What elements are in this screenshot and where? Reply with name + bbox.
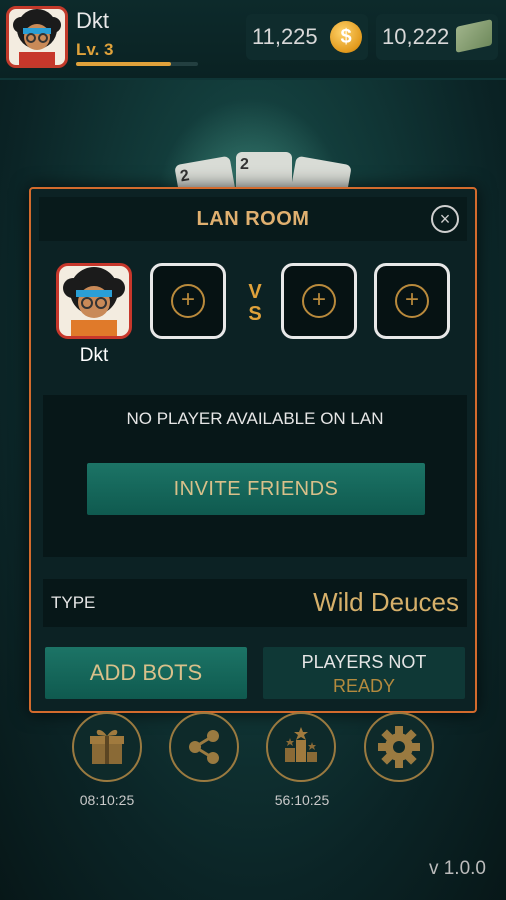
gift-timer: 08:10:25 xyxy=(79,792,135,808)
empty-slot-teammate[interactable]: + xyxy=(150,263,226,339)
vs-letter-s: S xyxy=(248,303,262,325)
version-label: v 1.0.0 xyxy=(428,858,486,879)
type-value: Wild Deuces xyxy=(313,587,459,617)
avatar-face-icon xyxy=(13,9,61,65)
gear-icon[interactable] xyxy=(364,712,434,782)
leaderboard-timer: 56:10:25 xyxy=(274,792,330,808)
empty-slot-opponent-2[interactable]: + xyxy=(374,263,450,339)
dialog-title: LAN ROOM xyxy=(196,208,310,230)
add-bots-button[interactable]: ADD BOTS xyxy=(45,647,247,699)
share-icon-graphic xyxy=(189,730,219,764)
cash-balance[interactable]: 10,222 xyxy=(376,14,498,60)
player-slot-self xyxy=(56,263,132,339)
gift-icon-graphic xyxy=(90,729,124,764)
plus-icon: + xyxy=(171,284,205,318)
invite-friends-button[interactable]: INVITE FRIENDS xyxy=(87,463,425,515)
vs-letter-v: V xyxy=(248,281,262,303)
cash-amount: 10,222 xyxy=(382,24,450,49)
plus-icon: + xyxy=(395,284,429,318)
avatar-face-icon xyxy=(63,267,125,336)
gift-icon[interactable] xyxy=(72,712,142,782)
top-bar: Dkt Lv. 3 11,225 $ 10,222 xyxy=(0,0,506,80)
share-icon[interactable] xyxy=(169,712,239,782)
gear-icon-graphic xyxy=(378,726,420,768)
dialog-header: LAN ROOM × xyxy=(39,197,467,241)
leaderboard-icon-graphic xyxy=(285,727,317,762)
lan-players-panel: NO PLAYER AVAILABLE ON LAN INVITE FRIEND… xyxy=(43,395,467,557)
cash-icon xyxy=(456,19,492,53)
xp-bar-fill xyxy=(76,62,172,66)
username: Dkt xyxy=(76,8,109,33)
game-type-row[interactable]: TYPE Wild Deuces xyxy=(43,579,467,627)
xp-bar xyxy=(76,62,198,66)
leaderboard-icon[interactable] xyxy=(266,712,336,782)
empty-slot-opponent-1[interactable]: + xyxy=(281,263,357,339)
lan-status-message: NO PLAYER AVAILABLE ON LAN xyxy=(126,409,384,428)
players-not-ready-button[interactable]: PLAYERS NOT READY xyxy=(263,647,465,699)
coin-balance[interactable]: 11,225 $ xyxy=(246,14,368,60)
not-ready-line2: READY xyxy=(332,676,395,696)
coin-icon: $ xyxy=(330,21,362,53)
lan-room-dialog: LAN ROOM × Dkt + V S + + NO PLAYER AVAIL… xyxy=(29,187,477,713)
not-ready-line1: PLAYERS NOT xyxy=(301,652,427,672)
player-name: Dkt xyxy=(79,345,109,366)
avatar[interactable] xyxy=(6,6,68,68)
coin-amount: 11,225 xyxy=(252,24,318,49)
close-icon[interactable]: × xyxy=(431,205,459,233)
plus-icon: + xyxy=(302,284,336,318)
level-label: Lv. 3 xyxy=(76,40,114,59)
vs-label: V S xyxy=(245,281,265,325)
type-label: TYPE xyxy=(51,593,96,612)
